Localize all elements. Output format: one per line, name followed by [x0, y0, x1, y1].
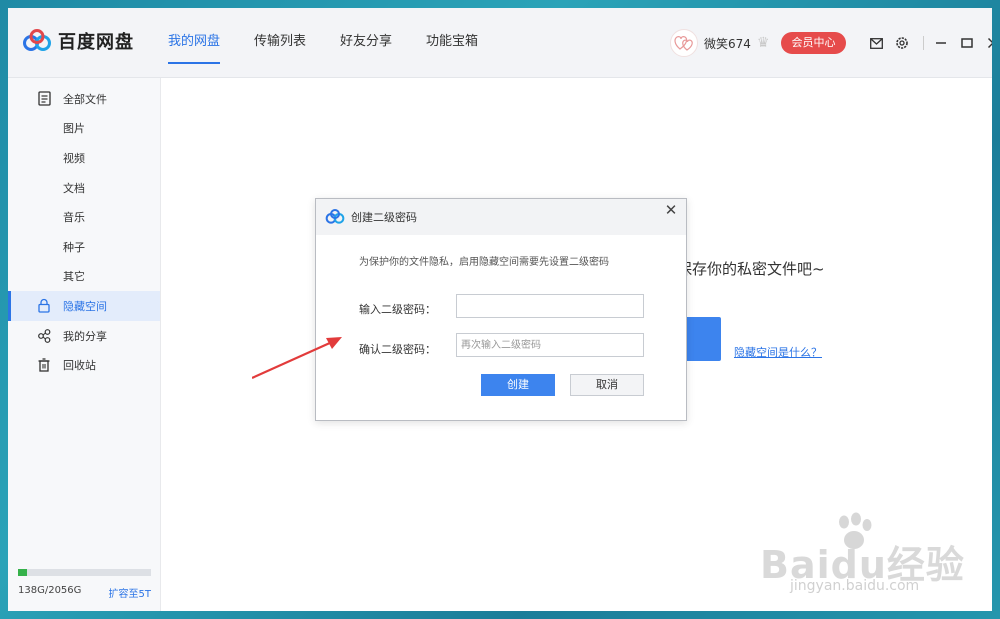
sidebar-item-label: 音乐 — [63, 211, 85, 225]
annotation-arrow-icon — [252, 337, 342, 380]
top-nav: 我的网盘 传输列表 好友分享 功能宝箱 — [168, 8, 512, 78]
divider — [923, 36, 924, 50]
window-controls — [865, 32, 992, 54]
trash-icon — [36, 357, 52, 373]
sidebar-item-label: 全部文件 — [63, 92, 107, 106]
storage-bar-fill — [18, 569, 27, 576]
storage-bar — [18, 569, 151, 576]
sidebar-item-label: 隐藏空间 — [63, 299, 107, 313]
header: 百度网盘 我的网盘 传输列表 好友分享 功能宝箱 微笑674 ♛ 会员中心 — [8, 8, 992, 78]
username[interactable]: 微笑674 — [704, 35, 751, 52]
sidebar-item-label: 视频 — [63, 151, 85, 165]
sidebar-item-torrents[interactable]: 种子 — [8, 232, 160, 262]
watermark-url: jingyan.baidu.com — [790, 578, 920, 594]
sidebar-item-recycle-bin[interactable]: 回收站 — [8, 350, 160, 380]
mail-icon[interactable] — [865, 32, 887, 54]
password-label: 输入二级密码： — [359, 303, 436, 316]
create-password-dialog: 创建二级密码 ✕ 为保护你的文件隐私，启用隐藏空间需要先设置二级密码 输入二级密… — [315, 198, 687, 421]
file-icon — [36, 91, 52, 107]
storage-text: 138G/2056G — [18, 585, 82, 596]
sidebar-item-label: 回收站 — [63, 359, 96, 373]
close-icon[interactable]: ✕ — [662, 201, 680, 219]
password-input[interactable] — [456, 294, 644, 318]
heart-avatar-icon — [674, 36, 693, 51]
cancel-button[interactable]: 取消 — [570, 374, 644, 396]
sidebar-item-all-files[interactable]: 全部文件 — [8, 84, 160, 114]
sidebar-item-label: 种子 — [63, 240, 85, 254]
app-logo[interactable]: 百度网盘 — [22, 28, 134, 54]
nav-toolbox[interactable]: 功能宝箱 — [426, 8, 478, 78]
cloud-logo-icon — [325, 209, 345, 224]
settings-gear-icon[interactable] — [891, 32, 913, 54]
close-window-icon[interactable] — [982, 32, 992, 54]
share-icon — [36, 328, 52, 344]
hidden-space-intro-text: 保存你的私密文件吧~ — [677, 260, 825, 278]
app-name: 百度网盘 — [58, 32, 134, 53]
sidebar-item-hidden-space[interactable]: 隐藏空间 — [8, 291, 160, 321]
sidebar-item-label: 其它 — [63, 270, 85, 284]
sidebar-item-music[interactable]: 音乐 — [8, 202, 160, 232]
sidebar-item-label: 我的分享 — [63, 329, 107, 343]
storage-usage: 138G/2056G 扩容至5T — [18, 569, 151, 600]
sidebar-item-label: 文档 — [63, 181, 85, 195]
dialog-titlebar: 创建二级密码 ✕ — [316, 199, 686, 235]
dialog-description: 为保护你的文件隐私，启用隐藏空间需要先设置二级密码 — [359, 257, 609, 268]
sidebar-item-my-shares[interactable]: 我的分享 — [8, 321, 160, 351]
avatar[interactable] — [670, 29, 698, 57]
user-info[interactable]: 微笑674 ♛ — [670, 29, 769, 57]
sidebar-item-other[interactable]: 其它 — [8, 262, 160, 292]
vip-center-button[interactable]: 会员中心 — [781, 32, 846, 54]
sidebar: 全部文件 图片 视频 文档 音乐 种子 其它 隐藏空间 我的分享 回收站 138… — [8, 78, 161, 611]
expand-storage-link[interactable]: 扩容至5T — [109, 585, 151, 600]
confirm-password-input[interactable] — [456, 333, 644, 357]
sidebar-item-images[interactable]: 图片 — [8, 114, 160, 144]
dialog-title: 创建二级密码 — [351, 211, 417, 224]
sidebar-item-label: 图片 — [63, 122, 85, 136]
cloud-logo-icon — [23, 29, 51, 51]
what-is-hidden-space-link[interactable]: 隐藏空间是什么？ — [734, 344, 822, 360]
sidebar-item-documents[interactable]: 文档 — [8, 173, 160, 203]
confirm-password-label: 确认二级密码： — [359, 343, 436, 356]
sidebar-item-videos[interactable]: 视频 — [8, 143, 160, 173]
nav-my-disk[interactable]: 我的网盘 — [168, 8, 221, 78]
nav-transfer-list[interactable]: 传输列表 — [254, 8, 306, 78]
lock-icon — [36, 298, 52, 314]
create-button[interactable]: 创建 — [481, 374, 555, 396]
nav-friend-share[interactable]: 好友分享 — [340, 8, 392, 78]
maximize-icon[interactable] — [956, 32, 978, 54]
crown-icon: ♛ — [756, 35, 770, 51]
baidu-jingyan-watermark: Baidu经验 jingyan.baidu.com — [760, 512, 964, 602]
minimize-icon[interactable] — [930, 32, 952, 54]
